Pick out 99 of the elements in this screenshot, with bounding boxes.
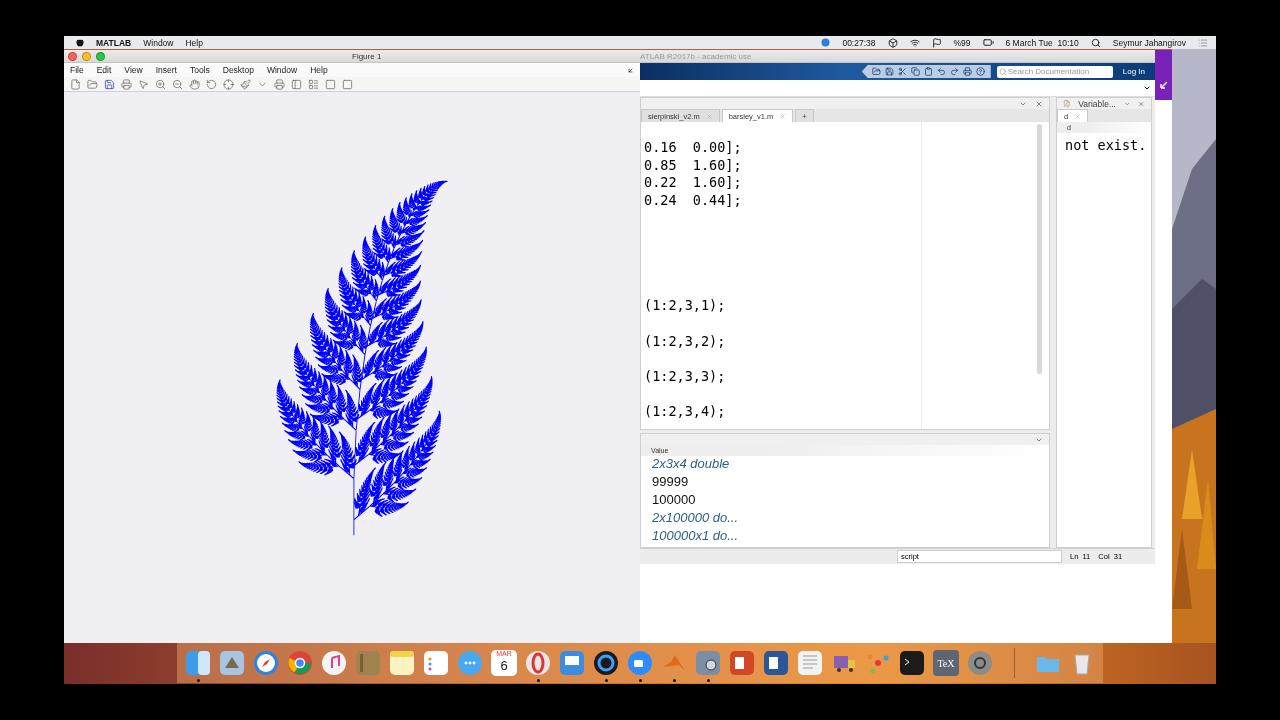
- rotate-icon[interactable]: [206, 78, 217, 90]
- value-cell-text: 99999: [651, 474, 690, 491]
- dropdown-icon[interactable]: [1143, 84, 1151, 92]
- message-text: not exist.: [1064, 137, 1148, 155]
- close-button[interactable]: [68, 51, 77, 61]
- calendar-day: 6: [500, 658, 508, 673]
- speech-bubble-icon[interactable]: [457, 650, 483, 676]
- icon-label: TeX: [937, 657, 955, 669]
- scissors-icon[interactable]: [897, 67, 907, 76]
- chrome-icon[interactable]: [287, 650, 313, 676]
- code-line: (1:2,3,4);: [643, 402, 727, 421]
- value-cell-text: 100000: [651, 492, 697, 509]
- user-name[interactable]: Seymur Jahangirov: [1112, 37, 1186, 48]
- search-placeholder: Search Documentation: [1007, 67, 1090, 76]
- open-folder-icon[interactable]: [871, 67, 881, 76]
- menu-item[interactable]: Help: [185, 37, 203, 48]
- finder-icon[interactable]: [185, 650, 211, 676]
- running-indicator: [706, 679, 710, 682]
- video-camera-icon[interactable]: [627, 650, 653, 676]
- menu-item[interactable]: Window: [143, 37, 174, 48]
- panel-icon[interactable]: [342, 78, 353, 90]
- close-icon[interactable]: [1138, 99, 1145, 108]
- login-link[interactable]: Log In: [1118, 67, 1149, 76]
- search-icon[interactable]: [1090, 37, 1101, 48]
- code-line: 0.22 1.60];: [643, 174, 743, 192]
- menu-item[interactable]: File: [70, 65, 84, 75]
- presentation-icon[interactable]: [729, 650, 755, 676]
- code-line: (1:2,3,2);: [643, 332, 727, 351]
- menu-item[interactable]: Tools: [189, 65, 210, 75]
- clock[interactable]: 6 March Tue 10:10: [1005, 37, 1079, 48]
- battery-icon[interactable]: [982, 37, 994, 48]
- flag-icon[interactable]: [931, 37, 942, 48]
- colorbar-icon[interactable]: [291, 78, 302, 90]
- brush-icon[interactable]: [240, 78, 251, 90]
- redo-icon[interactable]: [949, 67, 959, 76]
- save-icon[interactable]: [884, 67, 894, 76]
- pointer-icon[interactable]: [138, 78, 149, 90]
- zoom-in-icon[interactable]: [155, 78, 166, 90]
- texmaker-icon[interactable]: TeX: [933, 650, 959, 676]
- ring-icon[interactable]: [525, 650, 551, 676]
- clipboard-icon[interactable]: [923, 67, 933, 76]
- search-icon: [998, 67, 1007, 76]
- running-indicator: [536, 679, 540, 682]
- close-icon[interactable]: [1035, 99, 1043, 108]
- timer[interactable]: 00:27:38: [842, 37, 876, 48]
- code-line: (1:2,3,3);: [643, 367, 727, 386]
- print-preview-icon[interactable]: [274, 78, 285, 90]
- code-line: 0.24 0.44];: [643, 191, 743, 210]
- panel-title: Variable...: [1078, 98, 1116, 109]
- battery-percent[interactable]: %99: [953, 37, 971, 48]
- gear-icon[interactable]: [967, 650, 993, 676]
- wifi-icon[interactable]: [909, 37, 920, 48]
- notebook-icon[interactable]: [355, 650, 381, 676]
- save-icon[interactable]: [104, 78, 115, 90]
- record-icon[interactable]: [821, 38, 831, 47]
- crosshair-icon[interactable]: [223, 78, 234, 90]
- compass-icon[interactable]: [253, 650, 279, 676]
- new-file-icon[interactable]: [70, 78, 81, 90]
- legend-icon[interactable]: [308, 78, 319, 90]
- app-menu[interactable]: MATLAB: [96, 37, 132, 48]
- dock-arrow-icon[interactable]: [627, 66, 634, 74]
- running-indicator: [196, 679, 200, 682]
- music-icon[interactable]: [321, 650, 347, 676]
- menu-item[interactable]: Desktop: [222, 65, 254, 75]
- menu-item[interactable]: Help: [310, 65, 328, 75]
- scrollbar[interactable]: [1037, 124, 1042, 374]
- minimize-button[interactable]: [82, 51, 91, 61]
- hand-icon[interactable]: [189, 78, 200, 90]
- running-indicator: [638, 679, 642, 682]
- square-icon[interactable]: [325, 78, 336, 90]
- undo-icon[interactable]: [936, 67, 946, 76]
- running-indicator: [672, 679, 676, 682]
- checklist-icon[interactable]: [423, 650, 449, 676]
- menu-item[interactable]: View: [124, 65, 143, 75]
- maximize-button[interactable]: [96, 51, 105, 61]
- menu-item[interactable]: Insert: [155, 65, 177, 75]
- apple-icon[interactable]: [76, 38, 84, 47]
- code-line: 0.85 1.60];: [643, 156, 743, 175]
- window-title: Figure 1: [352, 51, 382, 61]
- code-line: 0.16 0.00];: [643, 139, 743, 157]
- menu-item[interactable]: Edit: [96, 65, 112, 75]
- notepad-icon[interactable]: [389, 650, 415, 676]
- value-cell-text: 2x3x4 double: [651, 456, 731, 473]
- value-cell-text: 2x100000 do...: [651, 510, 740, 527]
- copy-icon[interactable]: [910, 67, 920, 76]
- window-title: ATLAB R2017b - academic use: [640, 51, 752, 61]
- help-icon[interactable]: [975, 67, 985, 76]
- print-icon[interactable]: [962, 67, 972, 76]
- code-line: (1:2,3,1);: [643, 297, 727, 315]
- document-icon[interactable]: [763, 650, 789, 676]
- open-folder-icon[interactable]: [87, 78, 98, 90]
- text-page-icon[interactable]: [797, 650, 823, 676]
- menu-item[interactable]: Window: [266, 65, 298, 75]
- variable-editor-icon: [1063, 99, 1071, 108]
- value-cell-text: 100000x1 do...: [651, 528, 740, 545]
- terminal-icon[interactable]: [899, 650, 925, 676]
- zoom-out-icon[interactable]: [172, 78, 183, 90]
- running-indicator: [604, 679, 608, 682]
- print-icon[interactable]: [121, 78, 132, 90]
